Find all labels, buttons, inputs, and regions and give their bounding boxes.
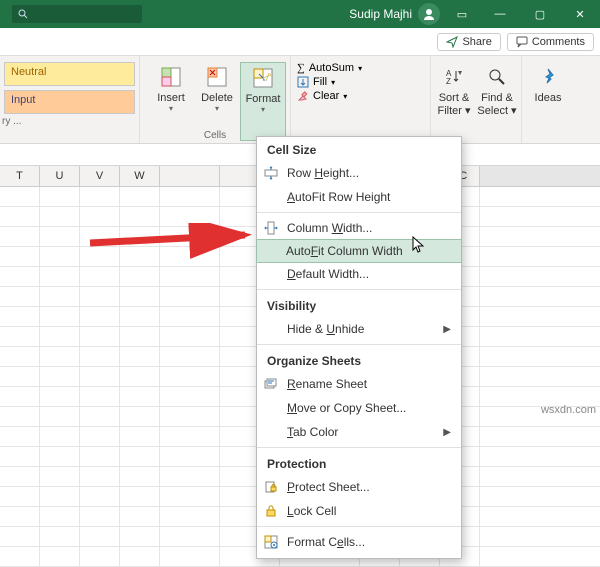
- format-dropdown: Cell Size Row Height... AutoFit Row Heig…: [256, 136, 462, 559]
- sort-label-1: Sort &: [439, 92, 470, 104]
- ribbon-display-button[interactable]: ▭: [444, 0, 480, 28]
- find-label-1: Find &: [481, 92, 513, 104]
- format-cells-icon: [263, 534, 279, 550]
- col-header[interactable]: [160, 166, 220, 186]
- submenu-arrow-icon: ▶: [443, 324, 451, 335]
- menu-tab-color-label: Tab Color: [287, 425, 338, 439]
- clear-icon: [297, 90, 309, 102]
- comments-button[interactable]: Comments: [507, 33, 594, 51]
- ribbon: Neutral Input ry ... Insert ▾ Delete ▾ F…: [0, 56, 600, 144]
- insert-label: Insert: [157, 92, 185, 104]
- menu-rename-sheet-label: Rename Sheet: [287, 377, 367, 391]
- menu-format-cells-label: Format Cells...: [287, 535, 365, 549]
- sort-label-2: Filter ▾: [437, 104, 470, 117]
- share-icon: [446, 36, 458, 48]
- menu-hide-unhide-label: Hide & Unhide: [287, 322, 364, 336]
- lock-icon: [263, 503, 279, 519]
- menu-format-cells[interactable]: Format Cells...: [257, 530, 461, 554]
- protect-sheet-icon: [263, 479, 279, 495]
- sort-icon: AZ: [441, 64, 467, 90]
- menu-column-width[interactable]: Column Width...: [257, 216, 461, 240]
- collab-row: Share Comments: [0, 28, 600, 56]
- styles-overflow-label: ry ...: [0, 116, 21, 127]
- sigma-icon: ∑: [297, 62, 305, 74]
- find-select-button[interactable]: Find & Select ▾: [475, 62, 519, 141]
- close-button[interactable]: ✕: [560, 0, 600, 28]
- chevron-down-icon: ▾: [261, 105, 265, 114]
- menu-autofit-column-label: AutoFit Column Width: [286, 244, 403, 258]
- menu-row-height-label: Row Height...: [287, 166, 359, 180]
- fill-icon: [297, 76, 309, 88]
- editing-group: ∑ AutoSum ▾ Fill ▾ Clear ▾: [291, 56, 431, 143]
- ideas-icon: [535, 64, 561, 90]
- fill-label: Fill: [313, 76, 327, 88]
- delete-icon: [204, 64, 230, 90]
- menu-default-width[interactable]: Default Width...: [257, 262, 461, 286]
- menu-hide-unhide[interactable]: Hide & Unhide ▶: [257, 317, 461, 341]
- maximize-button[interactable]: ▢: [520, 0, 560, 28]
- menu-lock-cell[interactable]: Lock Cell: [257, 499, 461, 523]
- style-input[interactable]: Input: [4, 90, 135, 114]
- window-controls: ▭ — ▢ ✕: [444, 0, 600, 28]
- menu-default-width-label: Default Width...: [287, 267, 369, 281]
- comments-label: Comments: [532, 36, 585, 48]
- column-width-icon: [263, 220, 279, 236]
- fill-button[interactable]: Fill ▾: [297, 76, 424, 88]
- insert-icon: [158, 64, 184, 90]
- minimize-button[interactable]: —: [480, 0, 520, 28]
- menu-protect-sheet[interactable]: Protect Sheet...: [257, 475, 461, 499]
- row-height-icon: [263, 165, 279, 181]
- menu-rename-sheet[interactable]: Rename Sheet: [257, 372, 461, 396]
- col-header[interactable]: W: [120, 166, 160, 186]
- styles-group: Neutral Input ry ...: [0, 56, 140, 143]
- watermark: wsxdn.com: [541, 404, 596, 416]
- menu-lock-cell-label: Lock Cell: [287, 504, 336, 518]
- format-icon: [250, 65, 276, 91]
- sort-find-group: AZ Sort & Filter ▾ Find & Select ▾: [431, 56, 522, 143]
- menu-row-height[interactable]: Row Height...: [257, 161, 461, 185]
- search-box[interactable]: [12, 5, 142, 23]
- cells-group: Insert ▾ Delete ▾ Format ▾ Cells: [140, 56, 291, 143]
- account-avatar[interactable]: [418, 3, 440, 25]
- delete-label: Delete: [201, 92, 233, 104]
- autosum-button[interactable]: ∑ AutoSum ▾: [297, 62, 424, 74]
- clear-label: Clear: [313, 90, 339, 102]
- titlebar: Sudip Majhi ▭ — ▢ ✕: [0, 0, 600, 28]
- menu-section-visibility: Visibility: [257, 293, 461, 317]
- svg-text:Z: Z: [446, 77, 451, 86]
- chevron-down-icon: ▾: [169, 104, 173, 113]
- account-username: Sudip Majhi: [349, 7, 418, 21]
- format-label: Format: [246, 93, 281, 105]
- comment-icon: [516, 36, 528, 48]
- menu-section-organize: Organize Sheets: [257, 348, 461, 372]
- ideas-group: Ideas: [522, 56, 574, 143]
- menu-autofit-column[interactable]: AutoFit Column Width: [256, 239, 462, 263]
- rename-icon: [263, 376, 279, 392]
- col-header[interactable]: U: [40, 166, 80, 186]
- menu-move-copy-label: Move or Copy Sheet...: [287, 401, 406, 415]
- chevron-down-icon: ▾: [215, 104, 219, 113]
- menu-section-protection: Protection: [257, 451, 461, 475]
- menu-protect-sheet-label: Protect Sheet...: [287, 480, 370, 494]
- menu-autofit-row[interactable]: AutoFit Row Height: [257, 185, 461, 209]
- autosum-label: AutoSum: [309, 62, 354, 74]
- ideas-button[interactable]: Ideas: [528, 62, 568, 104]
- clear-button[interactable]: Clear ▾: [297, 90, 424, 102]
- menu-move-copy[interactable]: Move or Copy Sheet...: [257, 396, 461, 420]
- col-header[interactable]: T: [0, 166, 40, 186]
- style-neutral[interactable]: Neutral: [4, 62, 135, 86]
- find-label-2: Select ▾: [477, 104, 516, 117]
- menu-column-width-label: Column Width...: [287, 221, 372, 235]
- col-header[interactable]: V: [80, 166, 120, 186]
- menu-section-cell-size: Cell Size: [257, 137, 461, 161]
- menu-tab-color[interactable]: Tab Color ▶: [257, 420, 461, 444]
- menu-autofit-row-label: AutoFit Row Height: [287, 190, 390, 204]
- find-icon: [484, 64, 510, 90]
- share-label: Share: [462, 36, 491, 48]
- sort-filter-button[interactable]: AZ Sort & Filter ▾: [433, 62, 475, 141]
- search-icon: [18, 9, 28, 19]
- share-button[interactable]: Share: [437, 33, 500, 51]
- submenu-arrow-icon: ▶: [443, 427, 451, 438]
- ideas-label: Ideas: [535, 92, 562, 104]
